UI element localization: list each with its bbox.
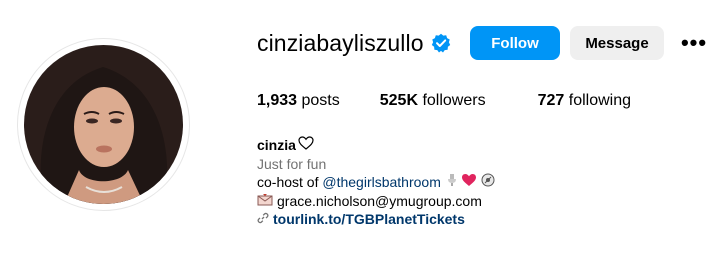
profile-header: cinziabayliszullo [257, 25, 451, 61]
cohost-mention-link[interactable]: @thegirlsbathroom [322, 173, 441, 192]
follow-button[interactable]: Follow [470, 26, 560, 60]
following-stat[interactable]: 727 following [538, 92, 631, 110]
avatar [24, 45, 183, 204]
followers-label: followers [422, 92, 486, 109]
display-name: cinzia [257, 137, 296, 153]
external-link[interactable]: tourlink.to/TGBPlanetTickets [273, 210, 465, 229]
profile-avatar-ring[interactable] [17, 38, 190, 211]
bio-tagline: Just for fun [257, 155, 327, 172]
profile-bio: cinzia Just for fun co-host of @thegirls… [257, 136, 499, 229]
followers-stat[interactable]: 525K followers [380, 92, 486, 110]
bio-email-line: grace.nicholson@ymugroup.com [257, 192, 499, 211]
planet-icon [481, 173, 495, 192]
posts-label: posts [301, 92, 340, 109]
verified-badge-icon [431, 33, 451, 53]
avatar-portrait [40, 67, 168, 204]
bio-link-line: tourlink.to/TGBPlanetTickets [257, 210, 499, 229]
more-options-icon[interactable]: ••• [680, 30, 708, 56]
message-button[interactable]: Message [570, 26, 664, 60]
toilet-icon [447, 173, 457, 192]
posts-stat: 1,933 posts [257, 92, 340, 110]
followers-count: 525K [379, 92, 418, 109]
profile-stats: 1,933 posts 525K followers 727 following [257, 92, 671, 110]
posts-count: 1,933 [257, 92, 298, 109]
link-icon [257, 210, 269, 229]
following-count: 727 [537, 92, 565, 109]
cohost-prefix: co-host of [257, 174, 323, 190]
contact-email[interactable]: grace.nicholson@ymugroup.com [277, 192, 482, 211]
red-heart-icon [461, 173, 477, 192]
following-label: following [568, 92, 632, 109]
bio-cohost-line: co-host of @thegirlsbathroom [257, 173, 499, 192]
envelope-icon [257, 192, 273, 211]
white-heart-icon [298, 136, 314, 155]
username: cinziabayliszullo [257, 29, 424, 56]
bio-name-row: cinzia [257, 136, 499, 155]
